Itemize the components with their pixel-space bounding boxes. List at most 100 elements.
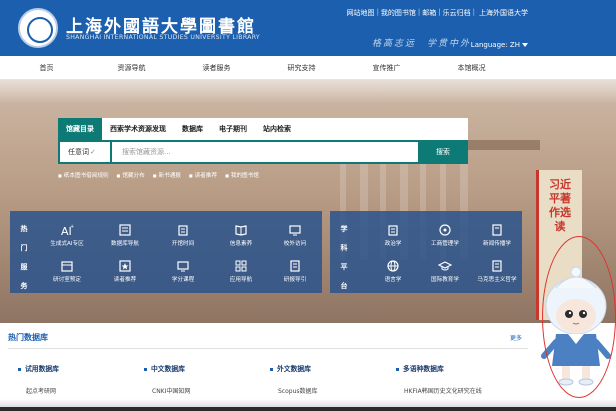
separator: | xyxy=(417,8,421,16)
db-column-foreign: 外文数据库 Scopus数据库 xyxy=(270,363,390,395)
db-column-heading[interactable]: 中文数据库 xyxy=(144,363,264,373)
building-icon xyxy=(388,225,398,236)
ai-icon: AI+ xyxy=(61,224,74,237)
tab-discovery[interactable]: 西索学术资源发现 xyxy=(102,118,174,140)
nav-promotion[interactable]: 宣传推广 xyxy=(344,56,429,79)
label-char: 门 xyxy=(20,244,28,252)
chevron-down-icon: ✓ xyxy=(90,148,96,156)
site-header: 上海外國語大學圖書館 SHANGHAI INTERNATIONAL STUDIE… xyxy=(0,0,616,56)
subject-label: 新闻传播学 xyxy=(483,241,511,247)
quick-link-my-library[interactable]: 我的图书馆 xyxy=(225,171,259,179)
book-icon xyxy=(492,224,502,236)
quick-link-borrow-rules[interactable]: 纸本图书借阅规则 xyxy=(58,171,109,179)
top-utility-links: 网站地图 | 我的图书馆 | 邮箱 | 乐云归档 | 上海外国语大学 xyxy=(347,8,528,18)
label-char: 热 xyxy=(20,225,28,233)
more-link[interactable]: 更多 xyxy=(510,333,522,342)
featured-book-title: 习近平著作选读 xyxy=(549,178,571,233)
service-offcampus-access[interactable]: 校外访问 xyxy=(268,223,322,247)
service-label: 研报导引 xyxy=(283,277,307,283)
university-home-link[interactable]: 上海外国语大学 xyxy=(479,8,528,18)
db-column-chinese: 中文数据库 CNKI中国知网 xyxy=(144,363,264,395)
quick-link-recommend[interactable]: 读者推荐 xyxy=(189,171,217,179)
subject-linguistics[interactable]: 语言学 xyxy=(366,259,420,283)
db-link[interactable]: CNKI中国知网 xyxy=(152,386,264,395)
service-reader-recommend[interactable]: 读者推荐 xyxy=(98,259,152,283)
bottom-edge xyxy=(0,407,616,411)
caret-down-icon xyxy=(522,43,528,47)
tab-catalog[interactable]: 馆藏目录 xyxy=(58,118,102,140)
nav-about[interactable]: 本馆概况 xyxy=(429,56,514,79)
university-seal-logo[interactable] xyxy=(18,8,58,48)
mailbox-link[interactable]: 邮箱 xyxy=(422,8,436,18)
search-button[interactable]: 搜索 xyxy=(420,142,466,162)
search-tabs: 馆藏目录 西索学术资源发现 数据库 电子期刊 站内检索 xyxy=(58,118,468,140)
quick-link-collection[interactable]: 馆藏分布 xyxy=(117,171,144,179)
tab-ejournal[interactable]: 电子期刊 xyxy=(211,118,255,140)
service-ai-zone[interactable]: AI + 生成式AI专区 xyxy=(40,223,94,247)
db-link[interactable]: HKFIA韩国历史文化研究在线 xyxy=(404,386,516,395)
subject-label: 工商管理学 xyxy=(431,241,459,247)
service-credit-course[interactable]: 学分课程 xyxy=(156,259,210,283)
search-input[interactable] xyxy=(112,142,418,162)
tab-database[interactable]: 数据库 xyxy=(174,118,211,140)
service-label: 读者推荐 xyxy=(113,277,137,283)
service-label: 校外访问 xyxy=(283,241,307,247)
subject-journalism[interactable]: 新闻传播学 xyxy=(470,223,524,247)
site-map-link[interactable]: 网站地图 xyxy=(347,8,375,18)
nav-resources[interactable]: 资源导航 xyxy=(89,56,174,79)
language-selector[interactable]: Language: ZH xyxy=(471,41,528,49)
service-app-nav[interactable]: 应用导航 xyxy=(214,259,268,283)
library-name-en: SHANGHAI INTERNATIONAL STUDIES UNIVERSIT… xyxy=(66,34,260,41)
subject-marxism[interactable]: 马克思主义哲学 xyxy=(470,259,524,283)
subject-business[interactable]: 工商管理学 xyxy=(418,223,472,247)
service-label: 数据库导航 xyxy=(111,241,139,247)
main-nav: 首页 资源导航 读者服务 研究支持 宣传推广 本馆概况 xyxy=(0,56,616,80)
my-library-link[interactable]: 我的图书馆 xyxy=(381,8,416,18)
subject-intl-education[interactable]: 国际教育学 xyxy=(418,259,472,283)
label-char: 科 xyxy=(340,244,348,252)
db-column-heading[interactable]: 多语种数据库 xyxy=(396,363,516,373)
mascot-highlight-circle xyxy=(542,236,616,398)
building-icon xyxy=(178,225,188,236)
separator: | xyxy=(438,8,441,16)
book-icon xyxy=(492,260,502,272)
service-label: 研讨室预定 xyxy=(53,277,81,283)
service-info-literacy[interactable]: 信息素养 xyxy=(214,223,268,247)
service-database-nav[interactable]: 数据库导航 xyxy=(98,223,152,247)
archive-link[interactable]: 乐云归档 xyxy=(443,8,471,18)
service-report-guide[interactable]: 研报导引 xyxy=(268,259,322,283)
service-label: 学分课程 xyxy=(171,277,195,283)
separator: | xyxy=(472,8,475,16)
search-scope-label: 任意词 xyxy=(68,148,89,156)
quick-link-new-books[interactable]: 新书通报 xyxy=(153,171,181,179)
service-room-booking[interactable]: 研讨室预定 xyxy=(40,259,94,283)
db-link[interactable]: 起点考研网 xyxy=(26,386,138,395)
service-label: 开馆时间 xyxy=(171,241,195,247)
db-column-heading[interactable]: 试用数据库 xyxy=(18,363,138,373)
monitor-icon xyxy=(289,225,301,236)
service-label: 信息素养 xyxy=(229,241,253,247)
search-scope-select[interactable]: 任意词✓ xyxy=(60,142,110,162)
subject-label: 语言学 xyxy=(384,277,402,283)
hot-services-panel: 热 门 服 务 AI + 生成式AI专区 数据库导航 开馆时间 信息素养 校外访问… xyxy=(10,211,322,293)
calendar-icon xyxy=(61,261,73,272)
star-icon xyxy=(119,260,131,272)
svg-text:+: + xyxy=(70,224,74,230)
database-icon xyxy=(119,224,131,236)
nav-reader-services[interactable]: 读者服务 xyxy=(174,56,259,79)
hot-databases-section: 热门数据库 更多 试用数据库 起点考研网 中文数据库 CNKI中国知网 外文数据… xyxy=(0,323,616,411)
db-column-heading[interactable]: 外文数据库 xyxy=(270,363,390,373)
label-char: 平 xyxy=(340,263,348,271)
subject-politics[interactable]: 政治学 xyxy=(366,223,420,247)
library-motto: 格高志远 学贯中外 xyxy=(372,39,472,49)
nav-research-support[interactable]: 研究支持 xyxy=(259,56,344,79)
tab-site-search[interactable]: 站内检索 xyxy=(255,118,299,140)
globe-icon xyxy=(387,260,399,272)
label-char: 台 xyxy=(340,282,348,290)
service-opening-hours[interactable]: 开馆时间 xyxy=(156,223,210,247)
section-divider xyxy=(8,348,528,349)
report-icon xyxy=(290,260,300,272)
db-link[interactable]: Scopus数据库 xyxy=(278,386,390,395)
nav-home[interactable]: 首页 xyxy=(4,56,89,79)
service-label: 应用导航 xyxy=(229,277,253,283)
